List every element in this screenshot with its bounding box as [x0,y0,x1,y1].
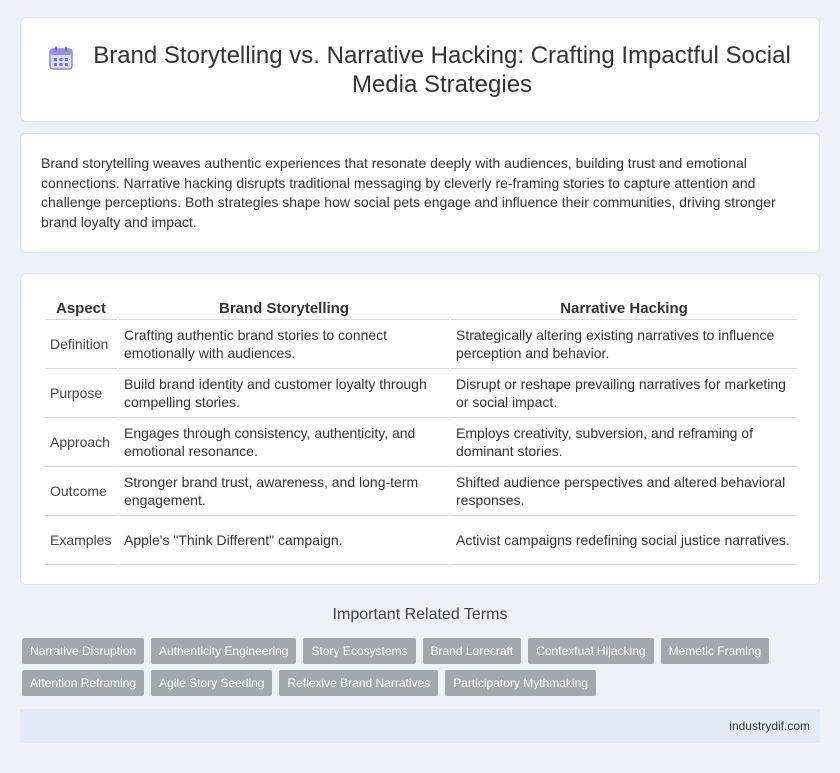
intro-paragraph: Brand storytelling weaves authentic expe… [41,155,776,230]
page-title: Brand Storytelling vs. Narrative Hacking… [93,41,791,98]
row-brand-storytelling: Crafting authentic brand stories to conn… [119,320,449,369]
table-header-row: Aspect Brand Storytelling Narrative Hack… [45,296,797,320]
header-aspect: Aspect [45,296,117,320]
related-term-tag[interactable]: Participatory Mythmaking [445,670,596,696]
row-narrative-hacking: Strategically altering existing narrativ… [451,320,797,369]
row-brand-storytelling: Stronger brand trust, awareness, and lon… [119,467,449,516]
related-term-tag[interactable]: Story Ecosystems [303,638,416,664]
related-terms-title: Important Related Terms [332,606,508,623]
related-terms-list: Narrative Disruption Authenticity Engine… [22,638,822,702]
title-card: Brand Storytelling vs. Narrative Hacking… [20,17,820,122]
row-brand-storytelling: Engages through consistency, authenticit… [119,418,449,467]
related-term-tag[interactable]: Attention Reframing [22,670,145,696]
table-row: Approach Engages through consistency, au… [45,418,797,467]
row-narrative-hacking: Disrupt or reshape prevailing narratives… [451,369,797,418]
related-term-tag[interactable]: Brand Lorecraft [422,638,522,664]
table-row: Examples Apple's "Think Different" campa… [45,516,797,565]
header-narrative-hacking: Narrative Hacking [451,296,797,320]
related-term-tag[interactable]: Authenticity Engineering [151,638,297,664]
row-aspect: Examples [45,516,117,565]
row-aspect: Definition [45,320,117,369]
related-term-tag[interactable]: Reflexive Brand Narratives [279,670,439,696]
row-aspect: Approach [45,418,117,467]
table-row: Definition Crafting authentic brand stor… [45,320,797,369]
row-narrative-hacking: Employs creativity, subversion, and refr… [451,418,797,467]
row-narrative-hacking: Activist campaigns redefining social jus… [451,516,797,565]
related-term-tag[interactable]: Agile Story Seeding [151,670,273,696]
header-brand-storytelling: Brand Storytelling [119,296,449,320]
footer-bar: industrydif.com [20,709,820,743]
calendar-icon [49,46,73,70]
row-aspect: Outcome [45,467,117,516]
related-term-tag[interactable]: Memetic Framing [660,638,770,664]
related-term-tag[interactable]: Narrative Disruption [22,638,145,664]
intro-card: Brand storytelling weaves authentic expe… [20,133,820,253]
table-row: Outcome Stronger brand trust, awareness,… [45,467,797,516]
row-aspect: Purpose [45,369,117,418]
footer-site-link[interactable]: industrydif.com [729,719,810,733]
row-narrative-hacking: Shifted audience perspectives and altere… [451,467,797,516]
comparison-card: Aspect Brand Storytelling Narrative Hack… [20,273,820,585]
comparison-table: Aspect Brand Storytelling Narrative Hack… [43,296,799,565]
row-brand-storytelling: Build brand identity and customer loyalt… [119,369,449,418]
table-row: Purpose Build brand identity and custome… [45,369,797,418]
related-term-tag[interactable]: Contextual Hijacking [528,638,654,664]
row-brand-storytelling: Apple's "Think Different" campaign. [119,516,449,565]
